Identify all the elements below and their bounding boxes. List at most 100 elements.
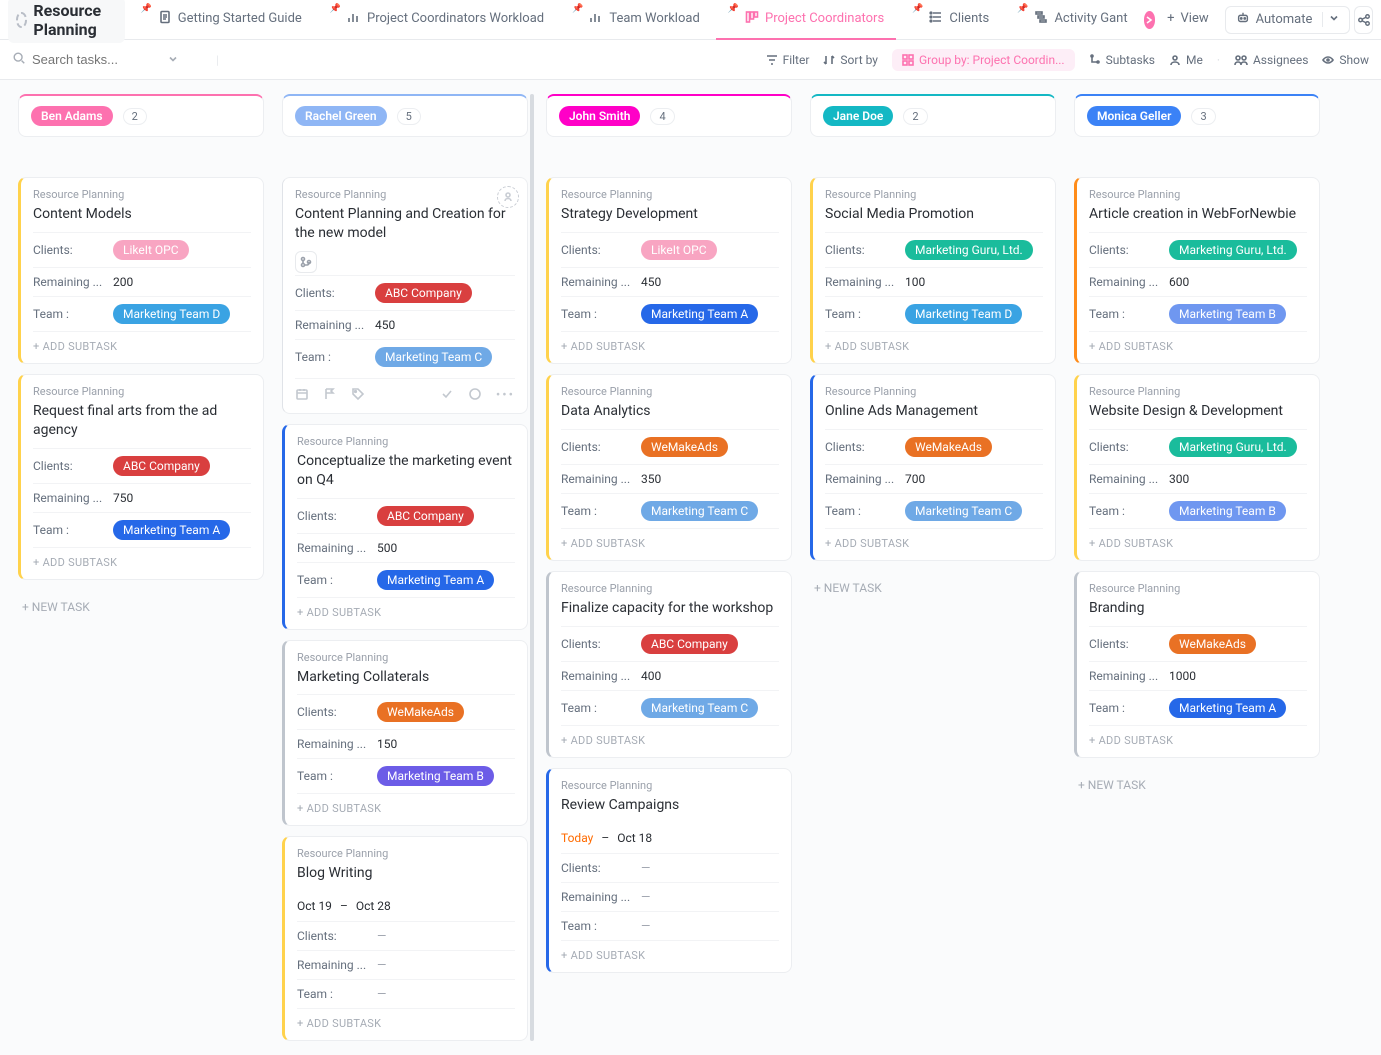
tag[interactable]: Marketing Team C [641,501,758,521]
tab-team workload[interactable]: 📌 Team Workload [560,0,712,40]
task-card[interactable]: Resource Planning Website Design & Devel… [1074,374,1320,561]
tag[interactable]: LikeIt OPC [641,240,717,260]
add-subtask-button[interactable]: + ADD SUBTASK [1089,725,1307,753]
task-card[interactable]: Resource Planning Conceptualize the mark… [282,424,528,630]
tab-project coordinators workload[interactable]: 📌 Project Coordinators Workload [318,0,556,40]
task-card[interactable]: Resource Planning Content Planning and C… [282,177,528,414]
tag[interactable]: Marketing Team C [375,347,492,367]
tag[interactable]: Marketing Team A [377,570,494,590]
add-subtask-button[interactable]: + ADD SUBTASK [33,331,251,359]
tag[interactable]: Marketing Team C [641,698,758,718]
column-header[interactable]: John Smith 4 [546,94,792,137]
tag[interactable]: ABC Company [113,456,210,476]
tag[interactable]: Marketing Team B [1169,304,1286,324]
tag[interactable]: Marketing Team D [113,304,230,324]
tag[interactable]: Marketing Guru, Ltd. [1169,240,1297,260]
assignees-button[interactable]: Assignees [1234,53,1308,67]
add-view-button[interactable]: + View [1159,0,1217,40]
project-label: Resource Planning [297,651,515,664]
board-column: Monica Geller 3 Resource Planning Articl… [1074,94,1320,802]
task-card[interactable]: Resource Planning Finalize capacity for … [546,571,792,758]
tag[interactable]: Marketing Team B [1169,501,1286,521]
more-tabs-icon[interactable] [1144,11,1156,29]
task-card[interactable]: Resource Planning Review Campaigns Today… [546,768,792,973]
tag[interactable]: WeMakeAds [641,437,728,457]
chevron-down-icon[interactable] [168,53,178,67]
tag[interactable]: Marketing Guru, Ltd. [905,240,1033,260]
circle-icon[interactable] [468,387,482,405]
new-task-button[interactable]: + NEW TASK [810,571,1056,605]
tag[interactable]: LikeIt OPC [113,240,189,260]
tab-clients[interactable]: 📌 Clients [900,0,1001,40]
tag[interactable]: ABC Company [377,506,474,526]
flag-icon[interactable] [323,387,337,405]
add-subtask-button[interactable]: + ADD SUBTASK [561,725,779,753]
task-card[interactable]: Resource Planning Online Ads Management … [810,374,1056,561]
group-by-button[interactable]: Group by: Project Coordin... [892,49,1075,71]
add-subtask-button[interactable]: + ADD SUBTASK [825,331,1043,359]
team-row: Team :— [297,979,515,1008]
search-wrap[interactable] [12,51,202,68]
tag[interactable]: WeMakeAds [377,702,464,722]
tag[interactable]: Marketing Guru, Ltd. [1169,437,1297,457]
subtasks-button[interactable]: Subtasks [1089,53,1155,67]
tab-activity gant[interactable]: 📌 Activity Gant [1005,0,1139,40]
check-icon[interactable] [440,387,454,405]
sort-button[interactable]: Sort by [823,53,878,67]
branch-icon[interactable] [295,251,317,273]
task-card[interactable]: Resource Planning Branding Clients:WeMak… [1074,571,1320,758]
tag[interactable]: WeMakeAds [905,437,992,457]
filter-button[interactable]: Filter [766,53,810,67]
column-header[interactable]: Jane Doe 2 [810,94,1056,137]
new-task-button[interactable]: + NEW TASK [18,590,264,624]
show-button[interactable]: Show [1322,53,1369,67]
add-subtask-button[interactable]: + ADD SUBTASK [33,547,251,575]
task-card[interactable]: Resource Planning Blog Writing Oct 19–Oc… [282,836,528,1041]
task-card[interactable]: Resource Planning Request final arts fro… [18,374,264,580]
add-subtask-button[interactable]: + ADD SUBTASK [297,1008,515,1036]
new-task-button[interactable]: + NEW TASK [1074,768,1320,802]
tag[interactable]: Marketing Team A [641,304,758,324]
tag[interactable]: ABC Company [641,634,738,654]
assign-user-icon[interactable] [497,186,519,208]
task-card[interactable]: Resource Planning Strategy Development C… [546,177,792,364]
tag[interactable]: Marketing Team A [1169,698,1286,718]
add-subtask-button[interactable]: + ADD SUBTASK [561,331,779,359]
task-card[interactable]: Resource Planning Data Analytics Clients… [546,374,792,561]
me-button[interactable]: Me [1169,53,1203,67]
tag[interactable]: Marketing Team B [377,766,494,786]
tag-icon[interactable] [351,387,365,405]
add-subtask-button[interactable]: + ADD SUBTASK [561,940,779,968]
add-subtask-button[interactable]: + ADD SUBTASK [561,528,779,556]
add-subtask-button[interactable]: + ADD SUBTASK [297,793,515,821]
tag[interactable]: ABC Company [375,283,472,303]
column-header[interactable]: Ben Adams 2 [18,94,264,137]
team-row: Team :Marketing Team C [561,493,779,528]
tag[interactable]: Marketing Team A [113,520,230,540]
add-subtask-button[interactable]: + ADD SUBTASK [825,528,1043,556]
add-subtask-button[interactable]: + ADD SUBTASK [1089,331,1307,359]
share-button[interactable] [1354,6,1373,34]
toolbar: | Filter Sort by Group by: Project Coord… [0,40,1381,80]
task-card[interactable]: Resource Planning Marketing Collaterals … [282,640,528,827]
tag[interactable]: WeMakeAds [1169,634,1256,654]
column-header[interactable]: Monica Geller 3 [1074,94,1320,137]
task-card[interactable]: Resource Planning Content Models Clients… [18,177,264,364]
calendar-icon[interactable] [295,387,309,405]
clients-row: Clients:WeMakeAds [561,429,779,464]
gantt-icon [1034,10,1048,28]
task-card[interactable]: Resource Planning Article creation in We… [1074,177,1320,364]
add-subtask-button[interactable]: + ADD SUBTASK [297,597,515,625]
more-icon[interactable]: ••• [496,388,515,403]
task-card[interactable]: Resource Planning Social Media Promotion… [810,177,1056,364]
add-subtask-button[interactable]: + ADD SUBTASK [1089,528,1307,556]
tag[interactable]: Marketing Team D [905,304,1022,324]
scrollbar[interactable] [530,94,534,1041]
tag[interactable]: Marketing Team C [905,501,1022,521]
column-header[interactable]: Rachel Green 5 [282,94,528,137]
assignee-chip: Monica Geller [1087,106,1181,126]
automate-button[interactable]: Automate [1225,6,1351,34]
search-input[interactable] [32,52,162,67]
tab-getting started guide[interactable]: 📌 Getting Started Guide [129,0,314,40]
tab-project coordinators[interactable]: 📌 Project Coordinators [716,0,896,40]
